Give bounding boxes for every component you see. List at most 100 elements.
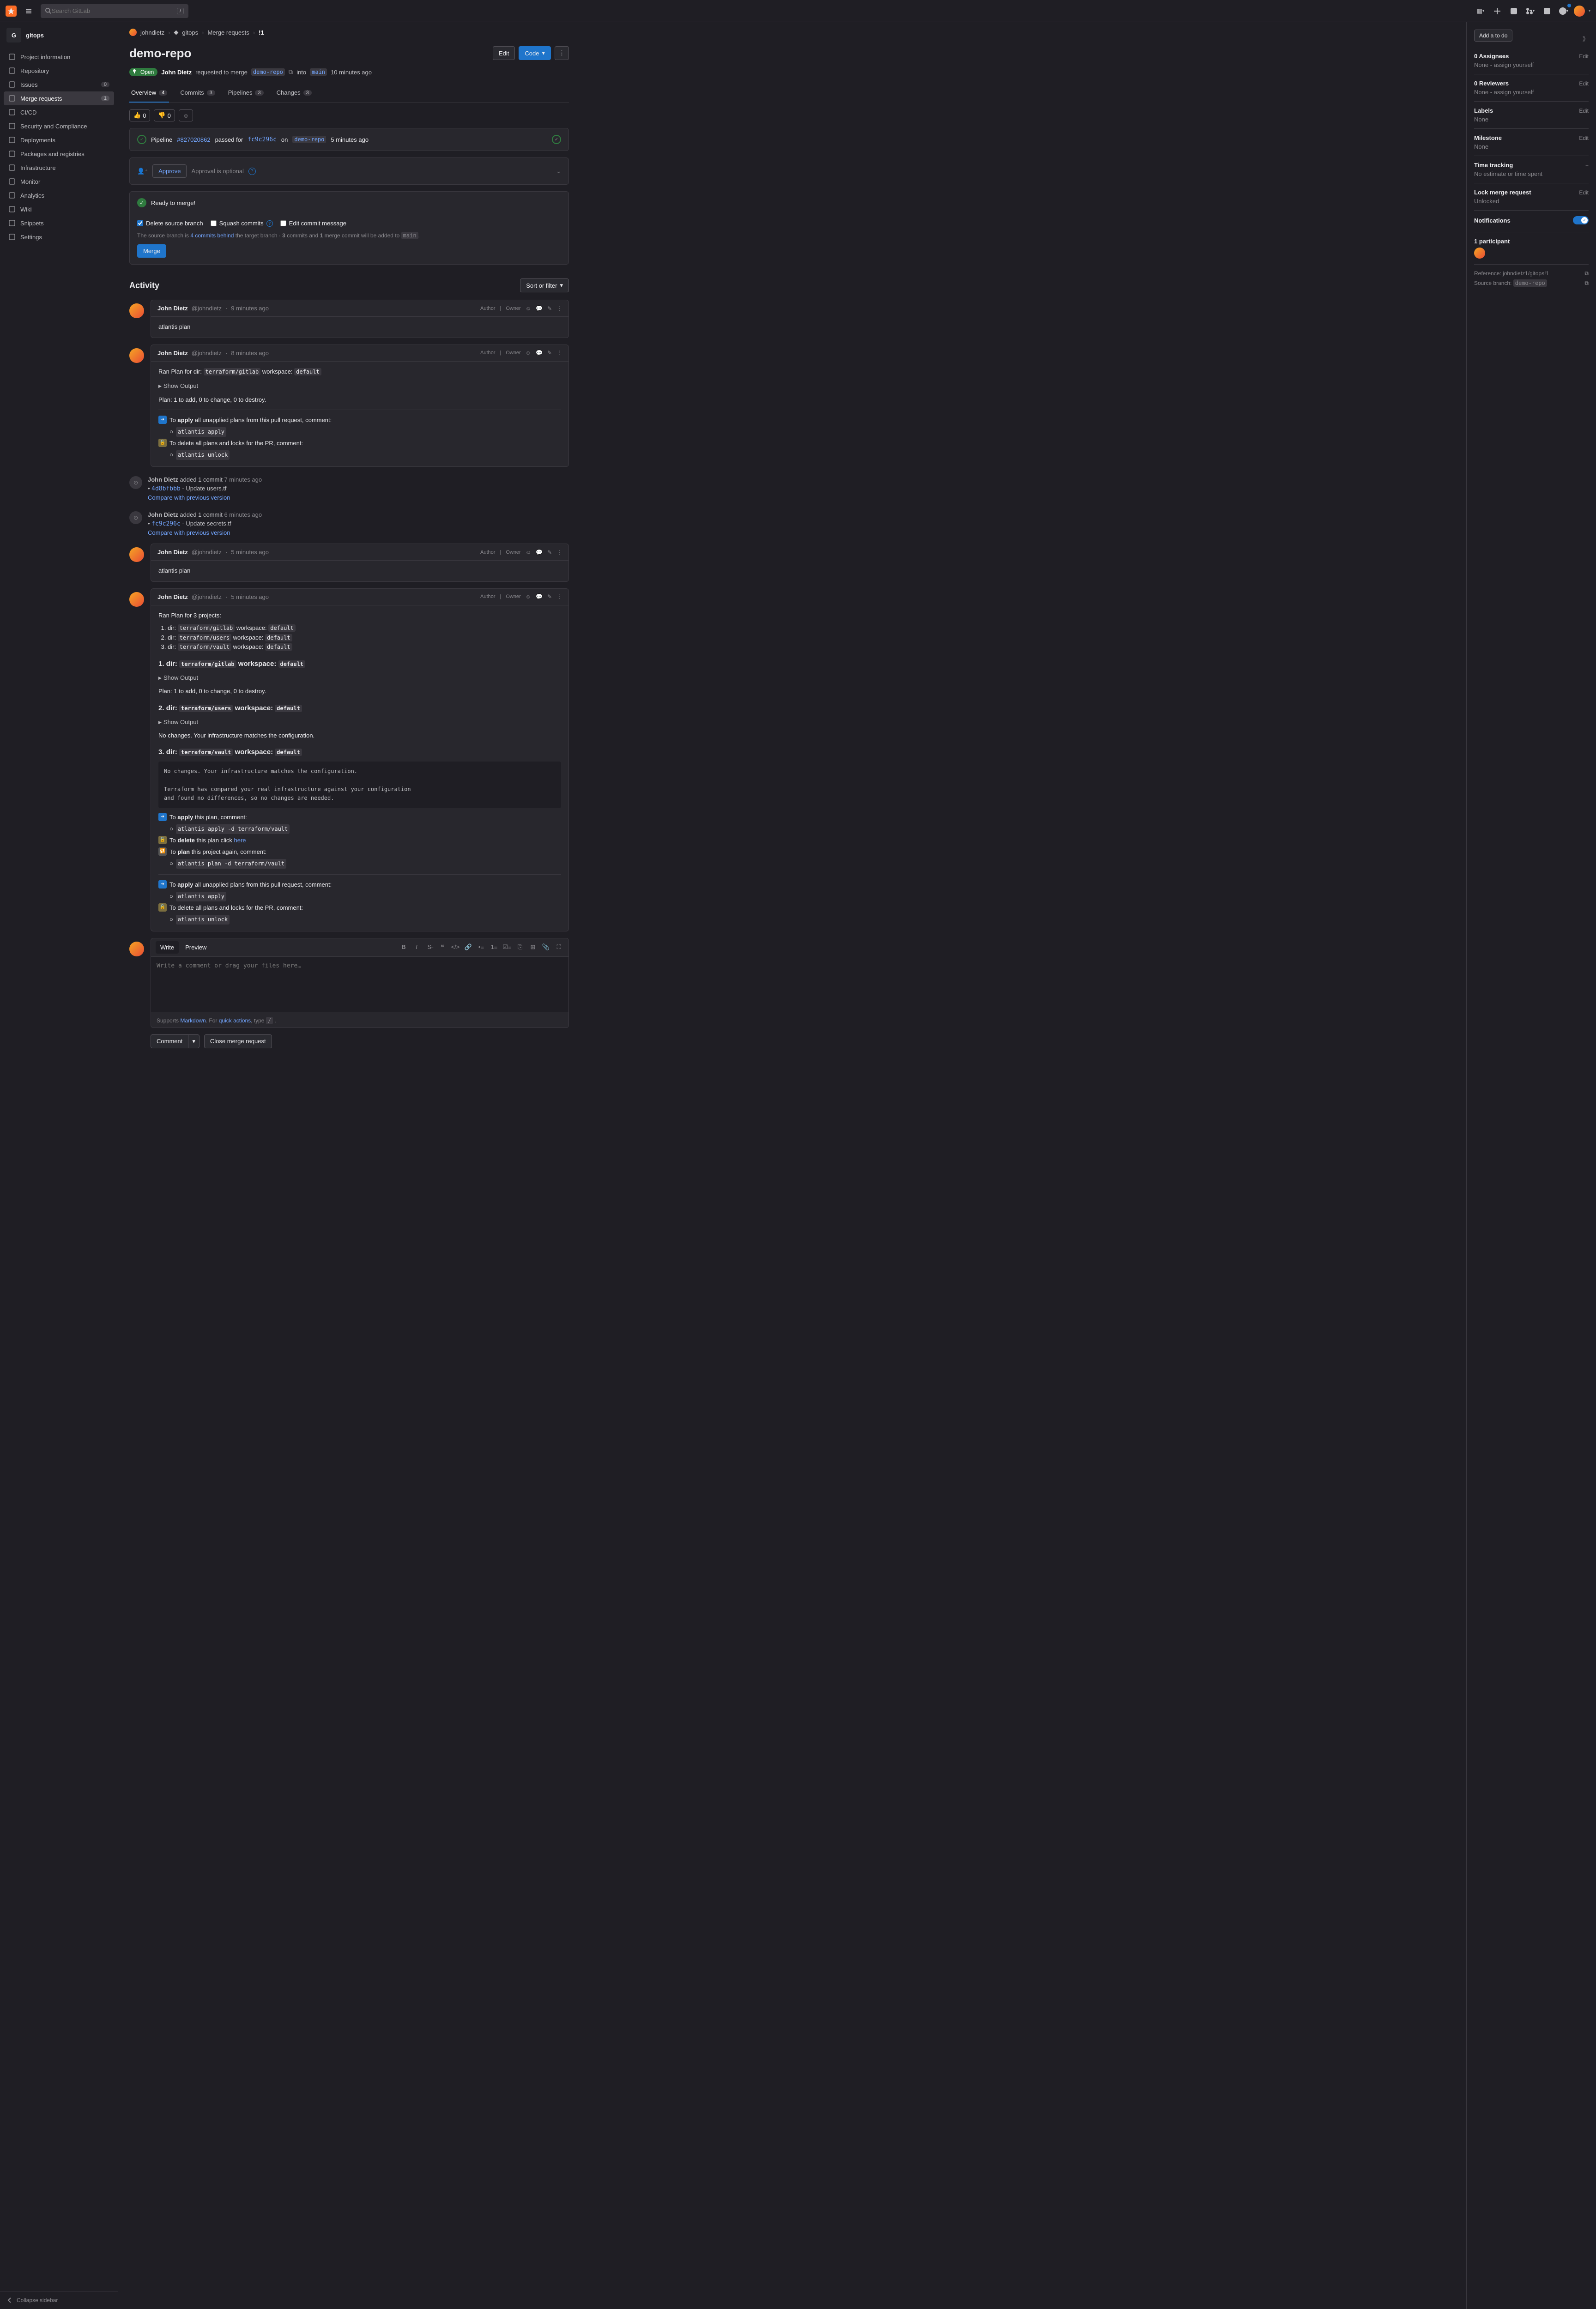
- tab-pipelines[interactable]: Pipelines 3: [226, 84, 266, 103]
- write-tab[interactable]: Write: [156, 941, 179, 954]
- link-icon[interactable]: 🔗: [463, 943, 473, 951]
- copy-icon[interactable]: ⧉: [289, 68, 293, 76]
- collapse-sidebar[interactable]: Collapse sidebar: [0, 2291, 118, 2309]
- sidebar-item-wiki[interactable]: Wiki: [4, 202, 114, 216]
- edit-milestone[interactable]: Edit: [1579, 135, 1589, 141]
- project-header[interactable]: G gitops: [0, 22, 118, 48]
- mr-author[interactable]: John Dietz: [161, 69, 192, 76]
- attach-icon[interactable]: 📎: [541, 943, 551, 951]
- crumb-project[interactable]: gitops: [182, 29, 198, 36]
- note-avatar[interactable]: [129, 547, 144, 562]
- note-avatar[interactable]: [129, 348, 144, 363]
- user-avatar[interactable]: [1574, 6, 1585, 17]
- pipeline-id-link[interactable]: #827020862: [177, 136, 210, 143]
- show-output[interactable]: Show Output: [158, 381, 561, 391]
- source-branch-code[interactable]: demo-repo: [251, 68, 285, 76]
- add-time[interactable]: +: [1585, 162, 1589, 169]
- edit-icon[interactable]: ✎: [547, 305, 552, 312]
- target-branch-code[interactable]: main: [310, 68, 327, 76]
- preview-tab[interactable]: Preview: [181, 941, 211, 954]
- pipeline-stage-icon[interactable]: [552, 135, 561, 144]
- help-icon[interactable]: ▾: [1557, 5, 1570, 18]
- hamburger-icon[interactable]: [22, 5, 35, 18]
- table-icon[interactable]: ⊞: [528, 943, 538, 951]
- thumbs-up[interactable]: 👍 0: [129, 109, 150, 121]
- gitlab-logo[interactable]: [6, 6, 17, 17]
- sidebar-item-security-and-compliance[interactable]: Security and Compliance: [4, 119, 114, 133]
- help-icon[interactable]: ?: [248, 168, 256, 175]
- ol-icon[interactable]: 1≡: [489, 943, 499, 951]
- issues-icon[interactable]: [1507, 5, 1520, 18]
- plus-icon[interactable]: [1491, 5, 1504, 18]
- comment-note: John Dietz @johndietz· 5 minutes ago Aut…: [151, 544, 569, 582]
- deploy-icon: [8, 136, 16, 144]
- strike-icon[interactable]: S̶: [424, 943, 435, 951]
- pipeline-sha[interactable]: fc9c296c: [248, 136, 277, 143]
- bold-icon[interactable]: B: [399, 943, 409, 951]
- fullscreen-icon[interactable]: ⛶: [554, 943, 564, 951]
- reference-text: Reference: johndietz1/gitops!1: [1474, 270, 1549, 277]
- sidebar-item-issues[interactable]: Issues0: [4, 78, 114, 91]
- italic-icon[interactable]: I: [411, 943, 422, 951]
- react-icon[interactable]: ☺: [526, 305, 531, 312]
- participant-avatar[interactable]: [1474, 248, 1485, 259]
- squash-checkbox[interactable]: Squash commits ?: [211, 220, 273, 227]
- ul-icon[interactable]: •≡: [476, 943, 486, 951]
- notifications-toggle[interactable]: [1573, 216, 1589, 224]
- close-mr-button[interactable]: Close merge request: [204, 1034, 272, 1048]
- copy-src-icon[interactable]: ⧉: [1584, 280, 1589, 287]
- sidebar-item-repository[interactable]: Repository: [4, 64, 114, 78]
- comment-textarea[interactable]: [151, 957, 568, 1012]
- pipeline-card: Pipeline #827020862 passed for fc9c296c …: [129, 128, 569, 151]
- add-todo-button[interactable]: Add a to do: [1474, 30, 1512, 42]
- sidebar-item-settings[interactable]: Settings: [4, 230, 114, 244]
- settings-icon: [8, 233, 16, 241]
- sidebar-item-snippets[interactable]: Snippets: [4, 216, 114, 230]
- tab-overview[interactable]: Overview 4: [129, 84, 169, 103]
- merge-button[interactable]: Merge: [137, 244, 166, 258]
- copy-ref-icon[interactable]: ⧉: [1584, 270, 1589, 277]
- chevron-down-icon[interactable]: ⌄: [556, 168, 561, 175]
- edit-msg-checkbox[interactable]: Edit commit message: [280, 220, 346, 227]
- sidebar-item-packages-and-registries[interactable]: Packages and registries: [4, 147, 114, 161]
- comment-button[interactable]: Comment: [151, 1034, 188, 1048]
- kebab-button[interactable]: ⋮: [555, 46, 569, 60]
- package-icon: [8, 150, 16, 157]
- edit-assignees[interactable]: Edit: [1579, 53, 1589, 60]
- collapse-right-icon[interactable]: 》: [1583, 34, 1589, 43]
- thumbs-down[interactable]: 👎 0: [154, 109, 175, 121]
- add-reaction[interactable]: ☺: [179, 109, 193, 121]
- tab-commits[interactable]: Commits 3: [178, 84, 217, 103]
- sidebar-item-project-information[interactable]: Project information: [4, 50, 114, 64]
- crumb-user[interactable]: johndietz: [140, 29, 164, 36]
- todos-icon[interactable]: [1541, 5, 1554, 18]
- edit-reviewers[interactable]: Edit: [1579, 80, 1589, 87]
- grid-icon[interactable]: ▦▾: [1474, 5, 1487, 18]
- sidebar-item-monitor[interactable]: Monitor: [4, 175, 114, 188]
- edit-button[interactable]: Edit: [493, 46, 515, 60]
- note-avatar[interactable]: [129, 303, 144, 318]
- approve-button[interactable]: Approve: [152, 164, 187, 178]
- task-icon[interactable]: ☑≡: [502, 943, 512, 951]
- collapse-icon[interactable]: ⎘: [515, 943, 525, 951]
- crumb-section[interactable]: Merge requests: [207, 29, 249, 36]
- mr-icon[interactable]: ▾: [1524, 5, 1537, 18]
- code-icon[interactable]: </>: [450, 943, 460, 951]
- sidebar-item-ci/cd[interactable]: CI/CD: [4, 105, 114, 119]
- sidebar-item-analytics[interactable]: Analytics: [4, 188, 114, 202]
- note-avatar[interactable]: [129, 592, 144, 607]
- sidebar-item-infrastructure[interactable]: Infrastructure: [4, 161, 114, 175]
- kebab-icon[interactable]: ⋮: [556, 305, 562, 312]
- comment-dropdown[interactable]: ▾: [188, 1034, 200, 1048]
- reply-icon[interactable]: 💬: [536, 305, 543, 312]
- edit-lock[interactable]: Edit: [1579, 189, 1589, 196]
- delete-source-checkbox[interactable]: Delete source branch: [137, 220, 203, 227]
- sidebar-item-merge-requests[interactable]: Merge requests1: [4, 91, 114, 105]
- code-button[interactable]: Code ▾: [519, 46, 551, 60]
- sort-filter-button[interactable]: Sort or filter ▾: [520, 278, 569, 292]
- quote-icon[interactable]: ❝: [437, 943, 447, 951]
- edit-labels[interactable]: Edit: [1579, 108, 1589, 114]
- search-input[interactable]: /: [41, 4, 188, 18]
- tab-changes[interactable]: Changes 3: [275, 84, 314, 103]
- sidebar-item-deployments[interactable]: Deployments: [4, 133, 114, 147]
